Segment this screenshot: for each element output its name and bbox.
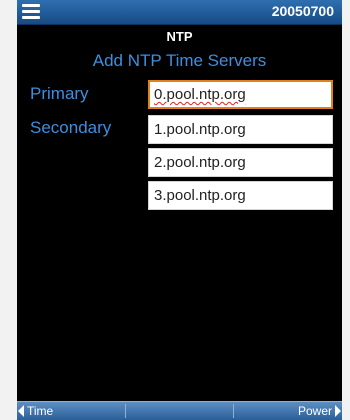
nav-time-label: Time <box>27 404 54 418</box>
triangle-left-icon <box>18 405 24 417</box>
bottom-nav-bar: Time Power <box>17 401 342 420</box>
primary-label: Primary <box>30 84 89 103</box>
nav-time-button[interactable]: Time <box>18 403 53 419</box>
triangle-right-icon <box>335 405 341 417</box>
hamburger-menu-icon[interactable] <box>19 1 45 22</box>
primary-server-input[interactable]: 0.pool.ntp.org <box>148 80 333 109</box>
nav-divider <box>233 404 234 418</box>
nav-divider <box>125 404 126 418</box>
secondary-label: Secondary <box>30 118 112 137</box>
device-screen: 20050700 NTP Add NTP Time Servers Primar… <box>17 0 342 420</box>
nav-power-label: Power <box>297 404 332 418</box>
secondary-server-input[interactable]: 1.pool.ntp.org <box>148 115 333 144</box>
nav-power-button[interactable]: Power <box>298 403 341 419</box>
top-bar: 20050700 <box>17 0 342 25</box>
quaternary-server-input[interactable]: 3.pool.ntp.org <box>148 181 333 210</box>
page-subtitle: Add NTP Time Servers <box>92 51 267 70</box>
device-id: 20050700 <box>271 3 334 19</box>
primary-server-value: 0.pool.ntp.org <box>154 86 246 103</box>
page-title: NTP <box>166 29 193 44</box>
tertiary-server-input[interactable]: 2.pool.ntp.org <box>148 148 333 177</box>
